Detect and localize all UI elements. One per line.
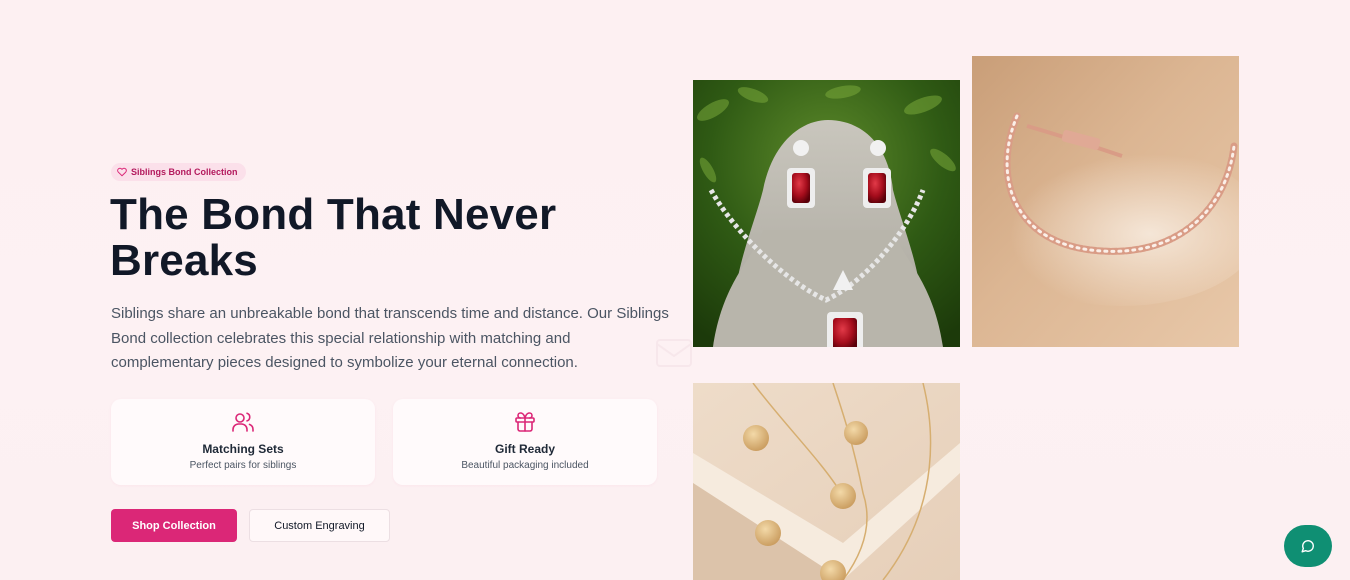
feature-subtitle: Perfect pairs for siblings <box>189 460 297 471</box>
chat-button[interactable] <box>1284 525 1332 567</box>
heart-icon <box>117 167 127 177</box>
faint-envelope-icon <box>654 332 694 372</box>
users-icon <box>232 412 254 432</box>
shop-collection-button[interactable]: Shop Collection <box>111 509 237 542</box>
badge-label: Siblings Bond Collection <box>131 167 238 177</box>
feature-title: Gift Ready <box>494 442 555 456</box>
rose-gold-bracelet-image[interactable] <box>972 56 1239 347</box>
page-title: The Bond That Never Breaks <box>110 190 557 285</box>
gold-pendants-image[interactable] <box>693 383 960 580</box>
feature-card-gift-ready: Gift Ready Beautiful packaging included <box>393 399 657 485</box>
feature-card-matching-sets: Matching Sets Perfect pairs for siblings <box>111 399 375 485</box>
collection-badge: Siblings Bond Collection <box>111 163 246 181</box>
gift-icon <box>515 412 535 432</box>
ruby-jewelry-set-image[interactable] <box>693 80 960 347</box>
custom-engraving-button[interactable]: Custom Engraving <box>249 509 390 542</box>
chat-bubble-icon <box>1301 540 1314 553</box>
feature-title: Matching Sets <box>202 442 284 456</box>
feature-subtitle: Beautiful packaging included <box>461 460 589 471</box>
hero-description: Siblings share an unbreakable bond that … <box>111 305 669 371</box>
